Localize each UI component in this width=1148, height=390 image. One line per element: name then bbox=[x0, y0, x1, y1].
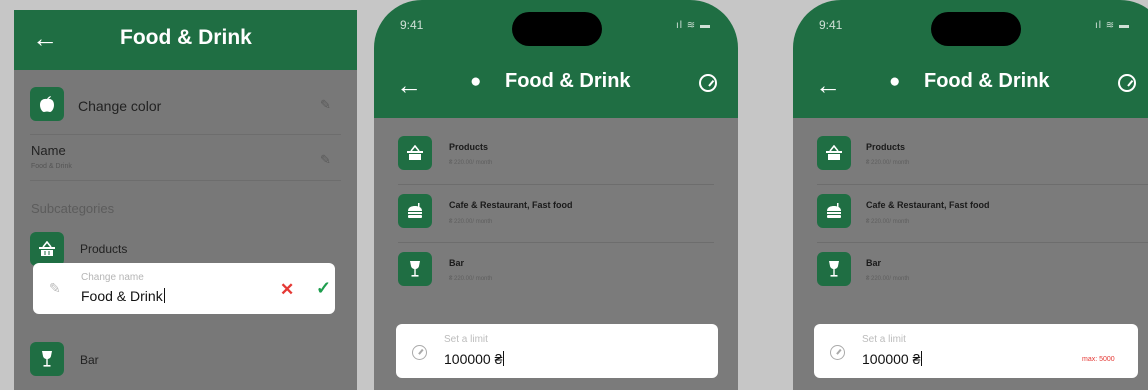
back-arrow-icon[interactable]: ← bbox=[815, 72, 841, 98]
list-item-icon bbox=[398, 252, 432, 286]
screen-set-limit-error: 9:41 ıl ≋ ▬ ← ● Food & Drink Products ₴ … bbox=[793, 0, 1148, 390]
category-limit: ₴ 220.00/ month bbox=[449, 160, 493, 166]
header: 9:41 ıl ≋ ▬ ← ● Food & Drink bbox=[793, 0, 1148, 118]
dynamic-island bbox=[931, 12, 1021, 46]
wine-glass-icon bbox=[42, 351, 52, 367]
wifi-icon: ≋ bbox=[686, 20, 697, 31]
text-caret bbox=[921, 351, 923, 366]
wifi-icon: ≋ bbox=[1105, 20, 1116, 31]
page-title: Food & Drink bbox=[505, 70, 631, 92]
page-title: Food & Drink bbox=[120, 26, 252, 49]
category-limit: ₴ 220.00/ month bbox=[449, 219, 493, 225]
rename-input-value: Food & Drink bbox=[81, 288, 163, 304]
category-title[interactable]: Products bbox=[449, 142, 488, 152]
pencil-icon: ✎ bbox=[49, 280, 61, 296]
category-title[interactable]: Cafe & Restaurant, Fast food bbox=[449, 200, 573, 210]
list-item-icon bbox=[398, 194, 432, 228]
signal-icon: ıl bbox=[676, 20, 683, 31]
list-item-label[interactable]: Products bbox=[80, 242, 127, 256]
check-icon[interactable]: ✓ bbox=[316, 278, 331, 299]
category-limit: ₴ 220.00/ month bbox=[866, 219, 910, 225]
category-limit: ₴ 220.00/ month bbox=[866, 276, 910, 282]
apple-icon: ● bbox=[889, 71, 901, 92]
gauge-icon bbox=[830, 345, 845, 360]
basket-icon bbox=[407, 145, 423, 160]
apple-icon: ● bbox=[470, 71, 482, 92]
category-color-tile[interactable] bbox=[30, 87, 64, 121]
limit-input-value: 100000 ₴ bbox=[862, 351, 921, 367]
wine-glass-icon bbox=[829, 261, 839, 277]
battery-icon: ▬ bbox=[699, 20, 711, 31]
category-title[interactable]: Bar bbox=[449, 258, 464, 268]
screen-rename-category: ← Food & Drink Change color ✎ Name Food … bbox=[14, 10, 357, 390]
wine-glass-icon bbox=[410, 261, 420, 277]
gauge-icon[interactable] bbox=[1118, 74, 1136, 92]
list-item-icon bbox=[817, 252, 851, 286]
limit-dialog: Set a limit 100000 ₴ max: 5000 bbox=[814, 324, 1138, 378]
header: ← Food & Drink bbox=[14, 10, 357, 70]
battery-icon: ▬ bbox=[1118, 20, 1130, 31]
status-time: 9:41 bbox=[819, 18, 843, 32]
rename-input[interactable]: Food & Drink bbox=[81, 288, 165, 304]
category-title[interactable]: Bar bbox=[866, 258, 881, 268]
divider bbox=[398, 242, 714, 243]
rename-dialog: ✎ Change name Food & Drink ✕ ✓ bbox=[33, 263, 335, 314]
screen-set-limit: 9:41 ıl ≋ ▬ ← ● Food & Drink Products ₴ … bbox=[374, 0, 738, 390]
back-arrow-icon[interactable]: ← bbox=[396, 72, 422, 98]
close-icon[interactable]: ✕ bbox=[280, 280, 294, 300]
limit-placeholder: Set a limit bbox=[862, 334, 906, 345]
limit-input[interactable]: 100000 ₴ bbox=[862, 351, 923, 367]
divider bbox=[30, 134, 341, 135]
divider bbox=[817, 242, 1148, 243]
status-icons: ıl ≋ ▬ bbox=[1095, 20, 1130, 31]
limit-dialog: Set a limit 100000 ₴ bbox=[396, 324, 718, 378]
header: 9:41 ıl ≋ ▬ ← ● Food & Drink bbox=[374, 0, 738, 118]
dynamic-island bbox=[512, 12, 602, 46]
apple-icon bbox=[40, 96, 54, 112]
list-item-label[interactable]: Bar bbox=[80, 353, 99, 367]
basket-icon bbox=[39, 241, 55, 256]
text-caret bbox=[503, 351, 505, 366]
divider bbox=[30, 180, 341, 181]
category-title[interactable]: Cafe & Restaurant, Fast food bbox=[866, 200, 990, 210]
text-caret bbox=[163, 288, 165, 303]
basket-icon bbox=[826, 145, 842, 160]
signal-icon: ıl bbox=[1095, 20, 1102, 31]
gauge-icon bbox=[412, 345, 427, 360]
change-color-label[interactable]: Change color bbox=[78, 98, 161, 114]
status-icons: ıl ≋ ▬ bbox=[676, 20, 711, 31]
limit-placeholder: Set a limit bbox=[444, 334, 488, 345]
gauge-icon[interactable] bbox=[699, 74, 717, 92]
list-item-icon bbox=[817, 194, 851, 228]
limit-input-value: 100000 ₴ bbox=[444, 351, 503, 367]
limit-error: max: 5000 bbox=[1082, 356, 1115, 363]
list-item-icon bbox=[398, 136, 432, 170]
name-label: Name bbox=[31, 143, 66, 158]
category-title[interactable]: Products bbox=[866, 142, 905, 152]
burger-icon bbox=[827, 203, 841, 218]
burger-icon bbox=[408, 203, 422, 218]
page-title: Food & Drink bbox=[924, 70, 1050, 92]
content: Change color ✎ Name Food & Drink ✎ Subca… bbox=[14, 70, 357, 390]
back-arrow-icon[interactable]: ← bbox=[32, 25, 58, 51]
pencil-icon[interactable]: ✎ bbox=[320, 152, 331, 168]
list-item-icon bbox=[817, 136, 851, 170]
divider bbox=[398, 184, 714, 185]
category-limit: ₴ 220.00/ month bbox=[449, 276, 493, 282]
subcategories-title: Subcategories bbox=[31, 201, 115, 216]
pencil-icon[interactable]: ✎ bbox=[320, 97, 331, 113]
name-value: Food & Drink bbox=[31, 163, 72, 170]
divider bbox=[817, 184, 1148, 185]
list-item-icon bbox=[30, 232, 64, 266]
status-time: 9:41 bbox=[400, 18, 424, 32]
category-limit: ₴ 220.00/ month bbox=[866, 160, 910, 166]
rename-placeholder: Change name bbox=[81, 272, 144, 283]
list-item-icon bbox=[30, 342, 64, 376]
limit-input[interactable]: 100000 ₴ bbox=[444, 351, 505, 367]
